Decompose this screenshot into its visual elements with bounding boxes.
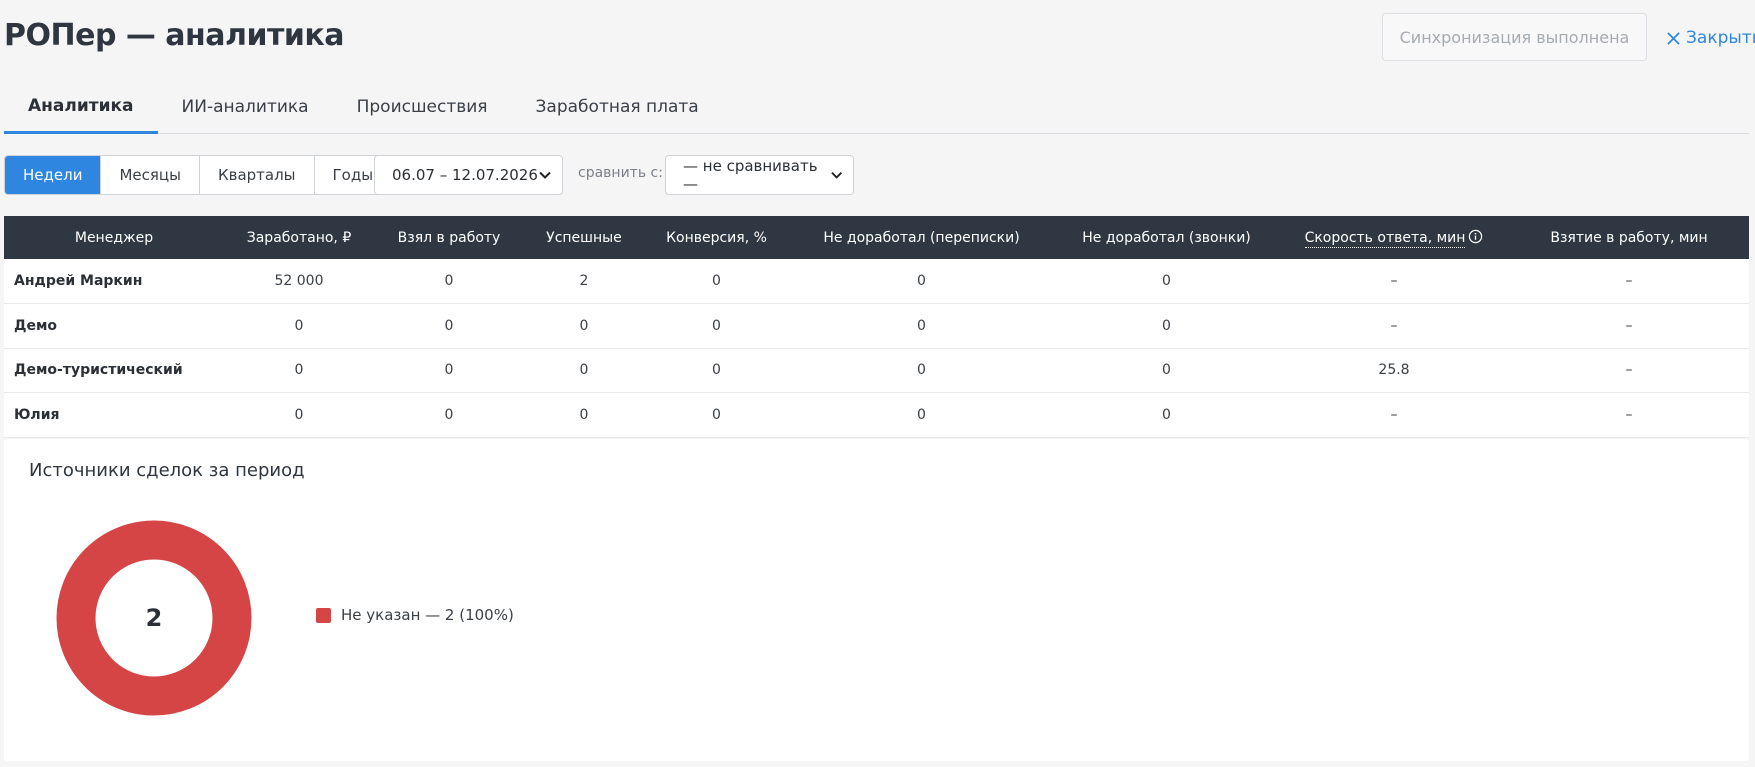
date-range-value: 06.07 – 12.07.2026 [392, 166, 538, 184]
chevron-down-icon [830, 171, 842, 179]
table-cell: 0 [917, 362, 926, 379]
table-cell: 0 [579, 317, 589, 334]
compare-select[interactable]: — не сравнивать — [665, 155, 854, 195]
table-cell: 0 [579, 362, 589, 379]
date-range-select[interactable]: 06.07 – 12.07.2026 [374, 155, 563, 195]
column-header-conversion[interactable]: Конверсия, % [644, 216, 789, 259]
tab-analytics[interactable]: Аналитика [4, 84, 158, 134]
column-header-taken[interactable]: Взял в работу [374, 216, 524, 259]
table-row[interactable]: Юлия 0 0 0 0 0 0 – – [4, 393, 1749, 437]
table-cell: 0 [1162, 317, 1171, 334]
legend-label: Не указан — 2 (100%) [341, 606, 514, 624]
period-quarters-button[interactable]: Кварталы [200, 156, 315, 194]
tab-salary[interactable]: Заработная плата [512, 84, 723, 134]
table-cell: 0 [712, 317, 721, 334]
chevron-down-icon [539, 171, 551, 179]
manager-name-cell: Юлия [14, 406, 60, 423]
table-cell: 0 [712, 406, 721, 423]
table-cell: 0 [444, 362, 454, 379]
table-header-row: Менеджер Заработано, ₽ Взял в работу Усп… [4, 216, 1749, 259]
tab-ai-analytics[interactable]: ИИ-аналитика [158, 84, 333, 134]
table-cell: 0 [294, 406, 304, 423]
table-cell: 0 [1162, 273, 1171, 289]
table-cell: 0 [917, 406, 926, 423]
table-cell: 0 [1162, 406, 1171, 423]
period-toggle-group: Недели Месяцы Кварталы Годы [4, 155, 393, 195]
column-header-response-speed[interactable]: Скорость ответа, мин [1279, 216, 1509, 259]
column-header-take-time[interactable]: Взятие в работу, мин [1509, 216, 1749, 259]
table-cell: 0 [1162, 362, 1171, 379]
page-title: РОПер — аналитика [4, 18, 345, 53]
donut-total: 2 [145, 604, 163, 632]
tab-bar: Аналитика ИИ-аналитика Происшествия Зара… [4, 84, 1749, 134]
table-cell: 0 [444, 317, 454, 334]
compare-value: — не сравнивать — [683, 157, 818, 193]
table-cell: 0 [444, 406, 454, 423]
table-cell: 2 [579, 273, 589, 289]
tab-incidents[interactable]: Происшествия [333, 84, 512, 134]
close-icon [1667, 31, 1680, 45]
table-cell: 0 [712, 273, 721, 289]
legend-swatch [316, 607, 331, 623]
column-header-manager[interactable]: Менеджер [4, 216, 224, 259]
response-speed-label: Скорость ответа, мин [1304, 230, 1466, 248]
managers-table: Менеджер Заработано, ₽ Взял в работу Усп… [4, 216, 1749, 438]
compare-label: сравнить с: [578, 165, 663, 181]
close-label: Закрыть [1686, 28, 1755, 48]
table-cell: – [1390, 317, 1398, 334]
column-header-successful[interactable]: Успешные [524, 216, 644, 259]
table-cell: 52 000 [274, 273, 324, 289]
period-months-button[interactable]: Месяцы [101, 156, 200, 194]
close-link[interactable]: Закрыть [1666, 24, 1755, 52]
info-icon[interactable] [1468, 229, 1483, 244]
column-header-unfinished-calls[interactable]: Не доработал (звонки) [1054, 216, 1279, 259]
table-cell: 0 [294, 317, 304, 334]
table-cell: – [1390, 406, 1398, 423]
table-row[interactable]: Демо-туристический 0 0 0 0 0 0 25.8 – [4, 348, 1749, 393]
manager-name-cell: Демо-туристический [14, 362, 183, 379]
table-cell: 0 [294, 362, 304, 379]
donut-chart: 2 [45, 509, 263, 727]
table-cell: – [1390, 273, 1398, 289]
table-cell: – [1625, 273, 1633, 289]
manager-name-cell: Андрей Маркин [14, 273, 143, 289]
sync-status-button[interactable]: Синхронизация выполнена [1382, 13, 1647, 61]
table-cell: – [1625, 406, 1633, 423]
table-cell: 0 [917, 317, 926, 334]
manager-name-cell: Демо [14, 317, 58, 334]
column-header-unfinished-chats[interactable]: Не доработал (переписки) [789, 216, 1054, 259]
table-cell: – [1625, 317, 1633, 334]
table-row[interactable]: Андрей Маркин 52 000 0 2 0 0 0 – – [4, 259, 1749, 304]
table-cell: – [1625, 362, 1633, 379]
table-row[interactable]: Демо 0 0 0 0 0 0 – – [4, 304, 1749, 348]
period-weeks-button[interactable]: Недели [5, 156, 102, 194]
table-cell: 0 [712, 362, 721, 379]
card-title: Источники сделок за период [29, 460, 305, 481]
column-header-earned[interactable]: Заработано, ₽ [224, 216, 374, 259]
table-cell: 0 [444, 273, 454, 289]
table-cell: 25.8 [1378, 362, 1410, 379]
table-cell: 0 [579, 406, 589, 423]
table-cell: 0 [917, 273, 926, 289]
legend-item: Не указан — 2 (100%) [316, 606, 514, 624]
deal-sources-card: Источники сделок за период 2 Не указан —… [4, 439, 1749, 761]
